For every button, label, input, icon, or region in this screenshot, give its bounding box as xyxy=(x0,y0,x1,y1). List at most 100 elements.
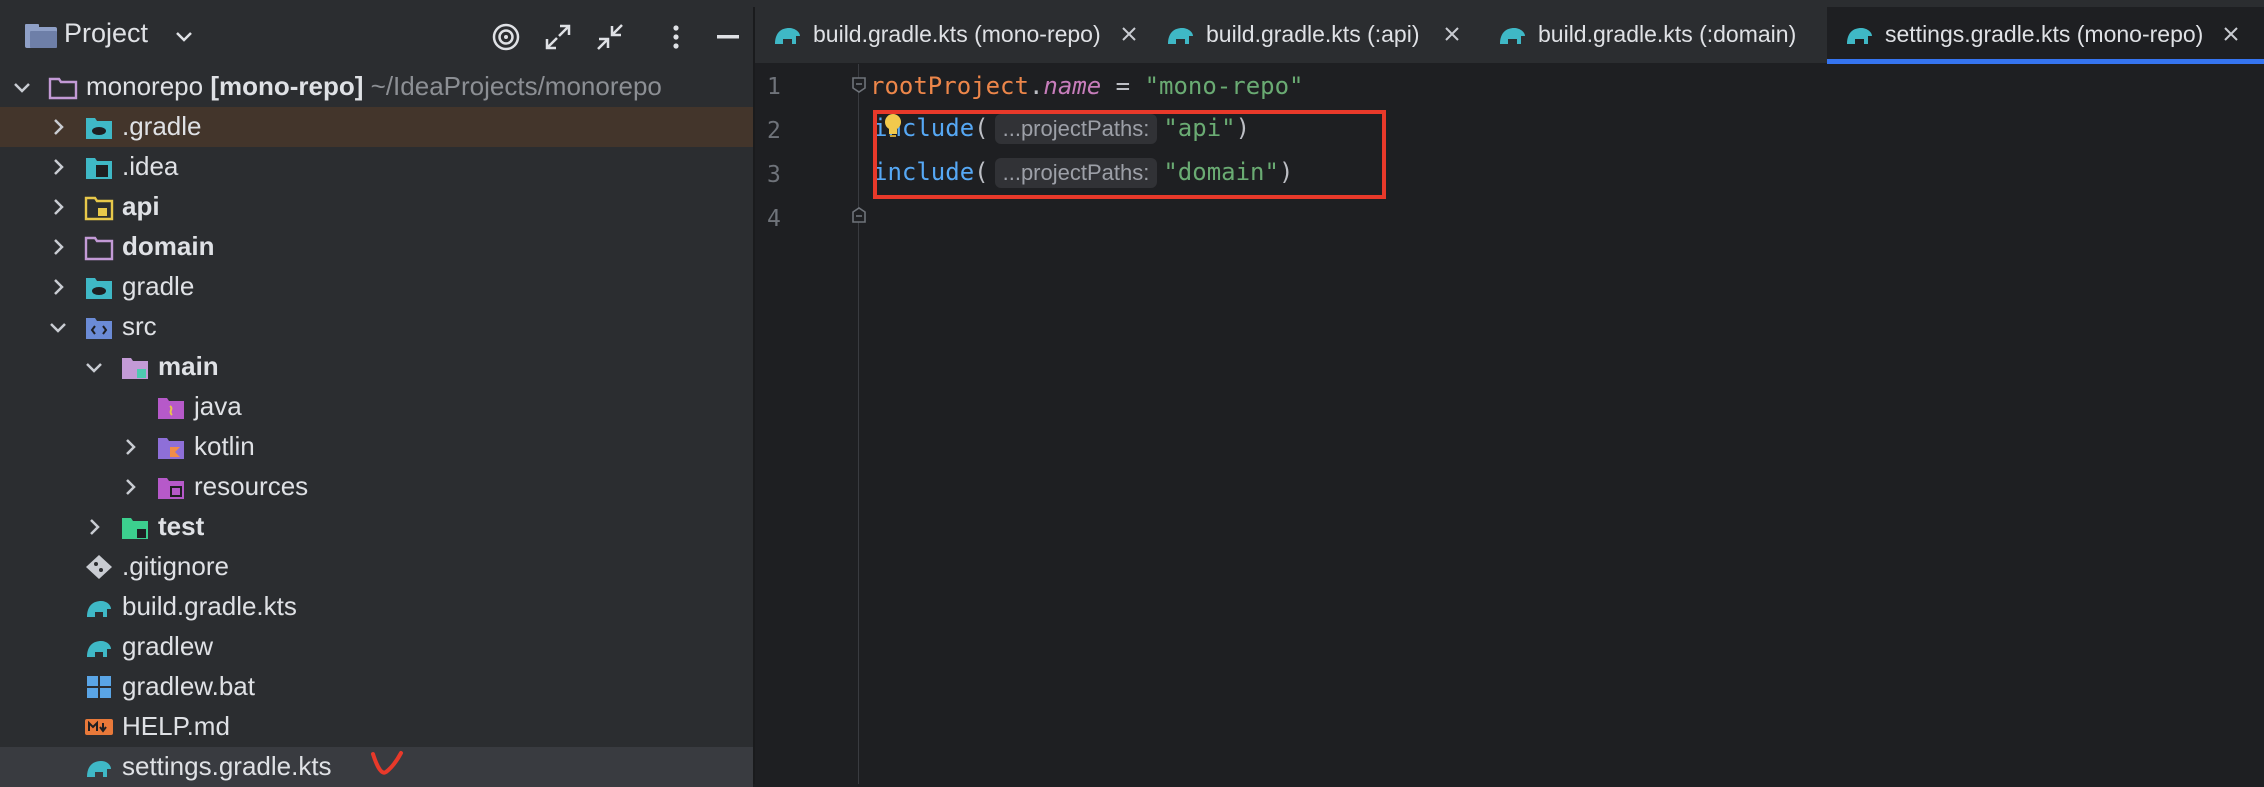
tree-item-java[interactable]: java xyxy=(0,387,753,427)
folder-icon xyxy=(84,236,114,261)
gradle-elephant-icon xyxy=(87,641,111,657)
module-folder-icon xyxy=(84,196,114,221)
tree-item-src[interactable]: src xyxy=(0,307,753,347)
tree-item-gitignore[interactable]: .gitignore xyxy=(0,547,753,587)
fold-marker-icon[interactable] xyxy=(851,76,867,94)
gradle-elephant-icon xyxy=(1500,28,1525,44)
tab-label: build.gradle.kts (mono-repo) xyxy=(813,21,1101,47)
chevron-right-icon[interactable] xyxy=(118,435,142,459)
source-set-folder-icon xyxy=(122,358,148,379)
idea-folder-icon xyxy=(86,158,112,179)
fold-end-marker-icon[interactable] xyxy=(851,206,867,224)
tab-build-gradle-api[interactable]: build.gradle.kts (:api) xyxy=(1148,7,1504,63)
tree-item-idea[interactable]: .idea xyxy=(0,147,753,187)
tree-label: .idea xyxy=(122,151,179,181)
gradle-elephant-icon xyxy=(1168,28,1193,44)
resources-folder-icon xyxy=(158,478,184,499)
test-folder-icon xyxy=(122,518,148,539)
git-icon xyxy=(86,555,112,579)
folder-icon xyxy=(48,77,78,100)
tree-label: settings.gradle.kts xyxy=(122,751,332,781)
tree-item-main[interactable]: main xyxy=(0,347,753,387)
code-line-1[interactable]: rootProject.name = "mono-repo" xyxy=(870,72,1304,100)
tab-label: settings.gradle.kts (mono-repo) xyxy=(1885,21,2204,47)
line-number: 3 xyxy=(767,162,781,188)
tree-item-test[interactable]: test xyxy=(0,507,753,547)
tree-item-monorepo[interactable]: monorepo [mono-repo] ~/IdeaProjects/mono… xyxy=(0,67,753,107)
tree-label: .gradle xyxy=(122,111,202,141)
tree-label: kotlin xyxy=(194,431,255,461)
line-number: 4 xyxy=(767,206,781,232)
tab-build-gradle-domain[interactable]: build.gradle.kts (:domain) xyxy=(1480,7,1880,63)
chevron-right-icon[interactable] xyxy=(46,115,70,139)
chevron-down-icon[interactable] xyxy=(172,24,196,48)
tree-label: main xyxy=(158,351,219,381)
red-check-annotation xyxy=(371,751,403,775)
tree-label: gradlew.bat xyxy=(122,671,255,701)
kotlin-folder-icon xyxy=(158,438,184,459)
gradle-elephant-icon xyxy=(775,28,800,44)
tree-item-help-md[interactable]: HELP.md xyxy=(0,707,753,747)
more-options-icon[interactable] xyxy=(660,21,692,53)
gradle-folder-icon xyxy=(86,118,112,139)
tree-label: .gitignore xyxy=(122,551,229,581)
project-panel-header: Project xyxy=(0,7,753,65)
tab-label: build.gradle.kts (:domain) xyxy=(1538,21,1797,47)
gradle-folder-icon xyxy=(86,278,112,299)
gutter-separator xyxy=(858,64,859,784)
project-folder-icon xyxy=(25,24,57,48)
gradle-elephant-icon xyxy=(87,761,111,777)
tree-item-domain[interactable]: domain xyxy=(0,227,753,267)
tree-label: HELP.md xyxy=(122,711,230,741)
chevron-right-icon[interactable] xyxy=(46,195,70,219)
tree-label: api xyxy=(122,191,160,221)
line-number: 2 xyxy=(767,118,781,144)
tree-item-gradlew-bat[interactable]: gradlew.bat xyxy=(0,667,753,707)
editor-tab-bar: build.gradle.kts (mono-repo) build.gradl… xyxy=(755,7,2264,64)
project-path: ~/IdeaProjects/monorepo xyxy=(370,71,662,101)
tree-label: src xyxy=(122,311,157,341)
project-tag: [mono-repo] xyxy=(210,71,364,101)
tree-item-gradle[interactable]: gradle xyxy=(0,267,753,307)
collapse-all-icon[interactable] xyxy=(594,21,626,53)
chevron-right-icon[interactable] xyxy=(46,235,70,259)
tree-label: resources xyxy=(194,471,309,501)
gradle-elephant-icon xyxy=(87,601,111,617)
markdown-icon xyxy=(85,719,113,735)
close-icon[interactable] xyxy=(1440,22,1464,46)
gradle-elephant-icon xyxy=(1847,28,1872,44)
tree-item-resources[interactable]: resources xyxy=(0,467,753,507)
close-icon[interactable] xyxy=(1117,22,1141,46)
tree-item-build-gradle-kts[interactable]: build.gradle.kts xyxy=(0,587,753,627)
expand-all-icon[interactable] xyxy=(542,21,574,53)
project-panel: Project monorepo [mono-repo] ~/IdeaProje… xyxy=(0,7,753,787)
tree-item-kotlin[interactable]: kotlin xyxy=(0,427,753,467)
chevron-right-icon[interactable] xyxy=(82,515,106,539)
chevron-right-icon[interactable] xyxy=(118,475,142,499)
tree-item-gradlew[interactable]: gradlew xyxy=(0,627,753,667)
chevron-down-icon[interactable] xyxy=(82,355,106,379)
tree-label: java xyxy=(194,391,242,421)
close-icon[interactable] xyxy=(2219,22,2243,46)
minimize-icon[interactable] xyxy=(712,21,744,53)
tree-item-gradle-cache[interactable]: .gradle xyxy=(0,107,753,147)
tab-build-gradle-mono-repo[interactable]: build.gradle.kts (mono-repo) xyxy=(755,7,1147,63)
tree-label: gradle xyxy=(122,271,195,301)
tree-label: build.gradle.kts xyxy=(122,591,297,621)
chevron-down-icon[interactable] xyxy=(10,75,34,99)
line-number: 1 xyxy=(767,74,781,100)
highlight-box-annotation xyxy=(873,110,1386,199)
chevron-down-icon[interactable] xyxy=(46,315,70,339)
tree-label: test xyxy=(158,511,205,541)
tree-item-api[interactable]: api xyxy=(0,187,753,227)
chevron-right-icon[interactable] xyxy=(46,275,70,299)
tab-label: build.gradle.kts (:api) xyxy=(1206,21,1420,47)
code-editor[interactable]: 1 2 3 4 rootProject.name = "mono-repo" i… xyxy=(755,64,2264,784)
project-panel-title[interactable]: Project xyxy=(64,18,148,49)
select-opened-file-icon[interactable] xyxy=(490,21,522,53)
source-folder-icon xyxy=(86,318,112,339)
chevron-right-icon[interactable] xyxy=(46,155,70,179)
window-top-strip xyxy=(0,0,2264,7)
java-folder-icon xyxy=(158,398,184,419)
tab-settings-gradle-mono-repo[interactable]: settings.gradle.kts (mono-repo) xyxy=(1827,7,2264,64)
